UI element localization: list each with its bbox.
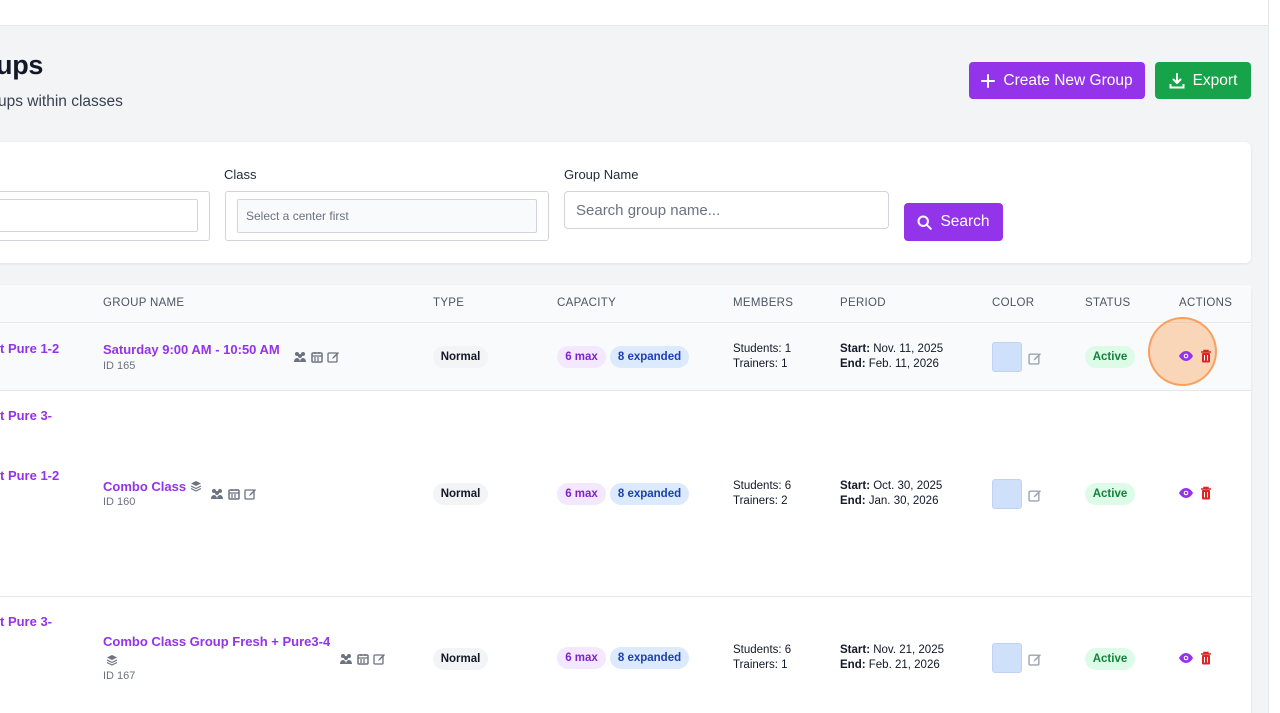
period-cell: Start: Nov. 21, 2025 End: Feb. 21, 2026 [840, 643, 944, 673]
page-title: ups [0, 50, 44, 80]
plus-icon [981, 73, 996, 88]
status-badge: Active [1085, 483, 1135, 505]
trainers-count: Trainers: 1 [733, 358, 788, 370]
top-navbar [0, 0, 1268, 26]
class-select-field[interactable]: Select a center first [237, 199, 537, 233]
eye-icon[interactable] [1178, 350, 1194, 362]
end-label: End: [840, 358, 866, 370]
create-new-group-button[interactable]: Create New Group [969, 62, 1145, 99]
capacity-max-badge: 6 max [557, 647, 606, 669]
col-capacity[interactable]: CAPACITY [557, 297, 616, 309]
group-name-search-input[interactable]: Search group name... [564, 191, 889, 229]
end-date: Feb. 11, 2026 [868, 358, 939, 370]
color-swatch [992, 643, 1022, 673]
layers-icon [106, 655, 118, 666]
search-icon [917, 215, 933, 230]
group-name-label: Group Name [564, 167, 639, 182]
users-icon[interactable] [339, 653, 353, 665]
trash-icon[interactable] [1200, 349, 1212, 363]
col-type[interactable]: TYPE [433, 297, 464, 309]
members-cell: Students: 6 Trainers: 1 [733, 643, 791, 673]
edit-icon[interactable] [327, 351, 339, 363]
page-scrollbar[interactable] [1268, 0, 1280, 713]
group-id: ID 165 [103, 360, 136, 372]
group-id: ID 167 [103, 670, 136, 682]
trash-icon[interactable] [1200, 651, 1212, 665]
trash-icon[interactable] [1200, 486, 1212, 500]
download-icon [1169, 72, 1185, 88]
status-badge: Active [1085, 346, 1135, 368]
start-date: Nov. 11, 2025 [873, 343, 944, 355]
color-swatch [992, 342, 1022, 372]
type-badge: Normal [433, 346, 488, 368]
search-button[interactable]: Search [904, 203, 1003, 241]
capacity-expanded-badge: 8 expanded [610, 346, 689, 368]
calendar-icon[interactable] [357, 653, 369, 665]
users-icon[interactable] [210, 488, 224, 500]
group-name-link[interactable]: Saturday 9:00 AM - 10:50 AM [103, 342, 280, 357]
capacity-max-badge: 6 max [557, 483, 606, 505]
users-icon[interactable] [293, 351, 307, 363]
layers-icon [190, 481, 202, 492]
students-count: Students: 6 [733, 644, 792, 656]
calendar-icon[interactable] [228, 488, 240, 500]
export-button[interactable]: Export [1155, 62, 1251, 99]
capacity-expanded-badge: 8 expanded [610, 647, 689, 669]
col-period[interactable]: PERIOD [840, 297, 886, 309]
group-name-link[interactable]: Combo Class [103, 479, 186, 494]
members-cell: Students: 6 Trainers: 2 [733, 479, 791, 509]
export-label: Export [1192, 71, 1238, 89]
students-count: Students: 1 [733, 343, 792, 355]
center-select-inner[interactable] [0, 199, 198, 232]
page-subtitle: ups within classes [0, 93, 123, 110]
trainers-count: Trainers: 2 [733, 495, 788, 507]
col-actions: ACTIONS [1179, 297, 1233, 309]
start-label: Start: [840, 480, 871, 492]
start-label: Start: [840, 343, 871, 355]
calendar-icon[interactable] [311, 351, 323, 363]
edit-icon[interactable] [373, 653, 385, 665]
start-date: Nov. 21, 2025 [873, 644, 944, 656]
period-cell: Start: Nov. 11, 2025 End: Feb. 11, 2026 [840, 342, 943, 372]
end-date: Feb. 21, 2026 [868, 659, 940, 671]
start-date: Oct. 30, 2025 [873, 480, 943, 492]
members-cell: Students: 1 Trainers: 1 [733, 342, 791, 372]
color-swatch [992, 479, 1022, 509]
group-quick-actions [339, 653, 385, 665]
end-label: End: [840, 659, 866, 671]
col-members[interactable]: MEMBERS [733, 297, 793, 309]
col-group-name[interactable]: GROUP NAME [103, 297, 184, 309]
group-name-link[interactable]: Combo Class Group Fresh + Pure3-4 [103, 634, 330, 649]
table-header [0, 285, 1251, 323]
edit-color-icon[interactable] [1028, 653, 1041, 666]
start-label: Start: [840, 644, 871, 656]
group-id: ID 160 [103, 496, 136, 508]
search-label: Search [940, 213, 990, 230]
type-badge: Normal [433, 648, 488, 670]
edit-icon[interactable] [244, 488, 256, 500]
eye-icon[interactable] [1178, 487, 1194, 499]
students-count: Students: 6 [733, 480, 792, 492]
edit-color-icon[interactable] [1028, 489, 1041, 502]
create-new-group-label: Create New Group [1003, 71, 1133, 89]
class-link[interactable]: t Pure 3- [0, 408, 52, 423]
eye-icon[interactable] [1178, 652, 1194, 664]
class-link[interactable]: t Pure 1-2 [0, 468, 59, 483]
edit-color-icon[interactable] [1028, 352, 1041, 365]
col-color: COLOR [992, 297, 1035, 309]
end-date: Jan. 30, 2026 [868, 495, 939, 507]
period-cell: Start: Oct. 30, 2025 End: Jan. 30, 2026 [840, 479, 942, 509]
status-badge: Active [1085, 648, 1135, 670]
col-status[interactable]: STATUS [1085, 297, 1130, 309]
trainers-count: Trainers: 1 [733, 659, 788, 671]
class-link[interactable]: t Pure 3- [0, 614, 52, 629]
capacity-expanded-badge: 8 expanded [610, 483, 689, 505]
class-link[interactable]: t Pure 1-2 [0, 341, 59, 356]
class-label: Class [224, 167, 257, 182]
group-quick-actions [293, 351, 339, 363]
type-badge: Normal [433, 483, 488, 505]
end-label: End: [840, 495, 866, 507]
group-quick-actions [210, 488, 256, 500]
capacity-max-badge: 6 max [557, 346, 606, 368]
